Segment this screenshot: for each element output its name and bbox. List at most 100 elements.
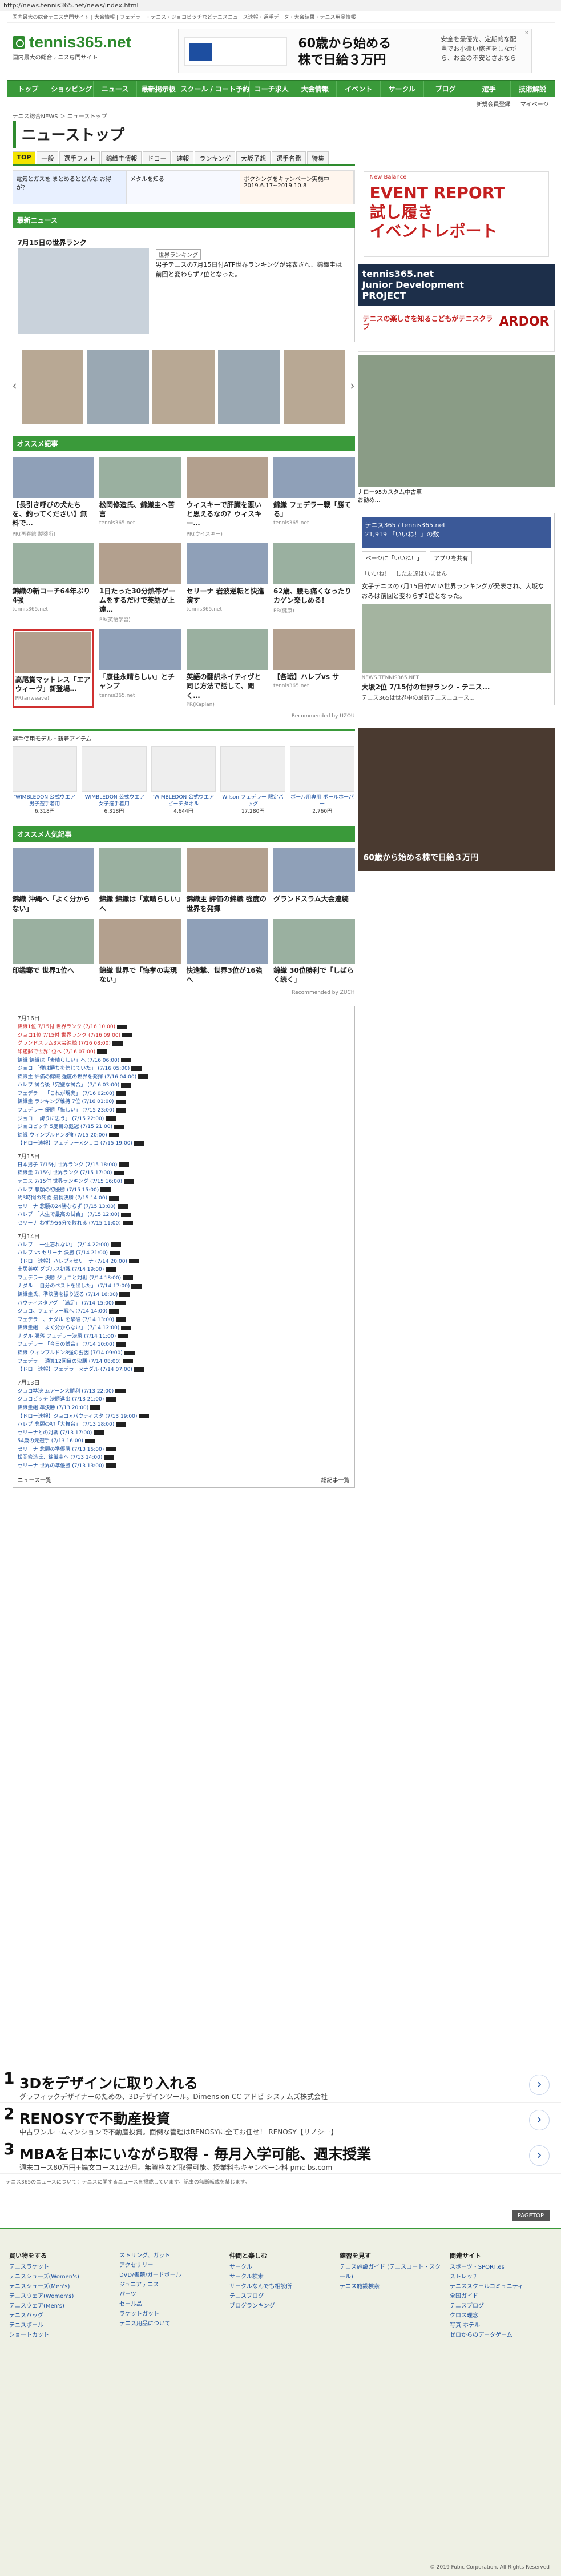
nav-event[interactable]: イベント [337, 81, 381, 97]
footer-link[interactable]: ジュニアテニス [119, 2280, 221, 2290]
chevron-right-icon[interactable]: › [529, 2110, 550, 2130]
news-link[interactable]: 松岡修造氏、錦織圭へ (7/13 14:00) [18, 1454, 350, 1462]
facebook-post-title[interactable]: 大坂2位 7/15付の世界ランク - テニス... [362, 682, 551, 692]
news-link[interactable]: ハレプ vs セリーナ 決勝 (7/14 21:00) [18, 1249, 350, 1258]
footer-link[interactable]: ゼロからのデータゲーム [450, 2330, 552, 2340]
footer-link[interactable]: パーツ [119, 2290, 221, 2300]
mypage-link[interactable]: マイページ [520, 102, 549, 108]
news-link[interactable]: 印鑑郵で世界1位へ (7/16 07:00) [18, 1048, 350, 1057]
news-link[interactable]: セリーナ 悲願の24勝ならず (7/15 13:00) [18, 1203, 350, 1211]
nav-coach[interactable]: コーチ求人 [250, 81, 294, 97]
gallery-photo[interactable] [217, 350, 280, 424]
tab-feature[interactable]: 特集 [307, 151, 329, 164]
bottom-ad[interactable]: 3 MBAを日本にいながら取得 - 毎月入学可能、週末授業 週末コース80万円+論文… [0, 2138, 561, 2174]
nav-school[interactable]: スクール / コート予約 [180, 81, 251, 97]
item-card[interactable]: Wilson フェデラー 限定バッグ 17,280円 [220, 745, 285, 816]
news-link[interactable]: ジョコ準決 ムアーン大勝利 (7/13 22:00) [18, 1387, 350, 1396]
news-link[interactable]: ジョコ 「誇りに思う」 (7/15 22:00) [18, 1115, 350, 1124]
facebook-header[interactable]: テニス365 / tennis365.net 21,919 「いいね！」の数 [361, 517, 551, 548]
footer-link[interactable]: テニスボール [9, 2321, 111, 2330]
news-link[interactable]: セリーナとの対戦 (7/13 17:00) [18, 1429, 350, 1438]
news-link[interactable]: 【ドロー速報】ジョコ×バウティスタ (7/13 19:00) [18, 1413, 350, 1421]
footer-link[interactable]: アクセサリー [119, 2261, 221, 2270]
popular-card[interactable]: 錦織 錦織は「素晴らしい」へ [99, 848, 181, 913]
nav-circle[interactable]: サークル [381, 81, 424, 97]
nav-players[interactable]: 選手 [467, 81, 511, 97]
nav-news[interactable]: ニュース [94, 81, 138, 97]
chevron-left-icon[interactable]: ‹ [13, 379, 17, 392]
nav-top[interactable]: トップ [7, 81, 50, 97]
news-link[interactable]: ナダル 「自分のベストを出した」 (7/14 17:00) [18, 1282, 350, 1291]
footer-link[interactable]: ストレッチ [450, 2272, 552, 2282]
tab-ranking[interactable]: ランキング [195, 151, 236, 164]
latest-title[interactable]: 7月15日の世界ランク [18, 238, 87, 247]
nav-tournament[interactable]: 大会情報 [293, 81, 337, 97]
ad-strip-item[interactable]: メタルを知る [126, 171, 241, 204]
news-link[interactable]: 日本男子 7/15付 世界ランク (7/15 18:00) [18, 1161, 350, 1170]
latest-news[interactable]: 7月15日の世界ランク 世界ランキング 男子テニスの7月15日付ATP世界ランキ… [12, 228, 355, 342]
news-link[interactable]: フェデラー、ナダル を撃破 (7/14 13:00) [18, 1316, 350, 1325]
popular-card[interactable]: グランドスラム大会連続 [273, 848, 355, 913]
article-card[interactable]: 【長引き呼びの犬たちを、釣ってください】無料で… PR(再春館 製薬所) [12, 457, 94, 537]
pagetop-button[interactable]: PAGETOP [511, 2210, 550, 2221]
news-link[interactable]: 錦織圭組 準決勝 (7/13 20:00) [18, 1404, 350, 1413]
news-link[interactable]: フェデラー 通算12回目の決勝 (7/14 08:00) [18, 1358, 350, 1366]
footer-link[interactable]: サークル検索 [229, 2272, 332, 2282]
gallery-photo[interactable] [87, 350, 150, 424]
footer-link[interactable]: テニススクールコミュニティ [450, 2282, 552, 2292]
latest-thumbnail[interactable] [17, 248, 149, 334]
footer-link[interactable]: テニス用品について [119, 2319, 221, 2329]
news-link[interactable]: ハレプ 悲願の初優勝 (7/15 15:00) [18, 1186, 350, 1195]
facebook-like-button[interactable]: ページに「いいね！」 [361, 551, 427, 564]
tab-draw[interactable]: ドロー [143, 151, 171, 164]
footer-link[interactable]: テニスブログ [229, 2292, 332, 2301]
footer-link[interactable]: サークル [229, 2262, 332, 2272]
news-link[interactable]: セリーナ 悲願の準優勝 (7/13 15:00) [18, 1446, 350, 1454]
site-logo[interactable]: tennis365.net 国内最大の総合テニス専門サイト [12, 33, 131, 61]
side-ad-2[interactable]: 60歳から始める株で日給３万円 [357, 728, 555, 871]
news-link[interactable]: ジョコビッチ 5度目の戴冠 (7/15 21:00) [18, 1123, 350, 1131]
news-link[interactable]: 錦織圭 7/15付 世界ランク (7/15 17:00) [18, 1169, 350, 1178]
ad-strip-item[interactable]: 電気とガスを まとめるとどんな お得が？ [13, 171, 127, 204]
article-card[interactable]: 錦織の新コーチ64年ぶり4強 tennis365.net [12, 543, 94, 624]
article-card[interactable]: セリーナ 岩波逆転と快進演す tennis365.net [186, 543, 268, 624]
news-link[interactable]: 錦織 ウィンブルドン8強の要因 (7/14 09:00) [18, 1349, 350, 1358]
news-link[interactable]: 錦織1位 7/15付 世界ランク (7/16 10:00) [18, 1023, 350, 1032]
article-card[interactable]: 62歳、腰も痛くなったりカゲン楽しめる！ PR(健康) [273, 543, 355, 624]
news-link[interactable]: 錦織 錦織は「素晴らしい」へ (7/16 06:00) [18, 1057, 350, 1065]
gallery-photo[interactable] [283, 350, 346, 424]
ad-title[interactable]: 3Dをデザインに取り入れる [19, 2072, 198, 2093]
footer-link[interactable]: テニスブログ [450, 2301, 552, 2311]
footer-link[interactable]: テニス施設検索 [340, 2282, 442, 2292]
footer-link[interactable]: ショートカット [9, 2330, 111, 2340]
tab-live[interactable]: 速報 [172, 151, 194, 164]
article-card[interactable]: 「康佳永晴らしい」とチャンプ tennis365.net [99, 629, 181, 708]
news-link[interactable]: 錦織 ウィンブルドン8強 (7/15 20:00) [18, 1131, 350, 1140]
footer-link[interactable]: DVD/書籍/ガードボール [119, 2270, 221, 2280]
news-link[interactable]: 土居美咲 ダブルス初戦 (7/14 19:00) [18, 1266, 350, 1274]
item-card[interactable]: 'WIMBLEDON 公式ウエア 男子選手着用 6,318円 [12, 745, 78, 816]
bottom-ad[interactable]: 1 3Dをデザインに取り入れる グラフィックデザイナーのための、3Dデザインツール。… [0, 2068, 561, 2103]
footer-link[interactable]: テニス施設ガイド (テニスコート・スクール) [340, 2262, 442, 2282]
tab-players[interactable]: 選手名鑑 [272, 151, 306, 164]
header-ad[interactable]: 60歳から始める 株で日給３万円 安全を最優先、定期的な配当でお小遣い稼ぎをしな… [177, 29, 532, 73]
news-link[interactable]: フェデラー 「これが現実」 (7/16 02:00) [18, 1090, 350, 1098]
register-link[interactable]: 新規会員登録 [477, 102, 511, 108]
side-photo-caption[interactable]: ナロー95カスタム中古車 お勧め… [358, 489, 555, 505]
news-link[interactable]: 錦織主 評価の錦織 強度の世界を発揮 (7/16 04:00) [18, 1073, 350, 1082]
item-card[interactable]: 'WIMBLEDON 公式ウエア 女子選手着用 6,318円 [82, 745, 147, 816]
footer-link[interactable]: テニスバッグ [9, 2311, 111, 2321]
gallery-photo[interactable] [152, 350, 215, 424]
ad-close-icon[interactable]: × [524, 30, 529, 36]
news-link[interactable]: ジョコ1位 7/15付 世界ランク (7/16 09:00) [18, 1032, 350, 1040]
news-link[interactable]: 【ドロー速報】ハレプ×セリーナ (7/14 20:00) [18, 1258, 350, 1266]
news-link[interactable]: バウティスタアグ 「満足」 (7/14 15:00) [18, 1299, 350, 1308]
article-card[interactable]: 【各戦】ハレプvs サ tennis365.net [273, 629, 355, 708]
article-card-highlight[interactable]: 高尾賞マットレス「エアウィーヴ」新登場… PR(airweave) [12, 629, 94, 708]
tab-nishikori[interactable]: 錦織圭情報 [101, 151, 142, 164]
popular-card[interactable]: 快進撃、世界3位が16強へ [186, 918, 268, 984]
news-link[interactable]: ハレプ 悲願の初「大舞台」 (7/13 18:00) [18, 1421, 350, 1429]
nav-board[interactable]: 最新掲示板 [137, 81, 181, 97]
ad-title[interactable]: RENOSYで不動産投資 [19, 2108, 171, 2128]
footer-link[interactable]: テニスウェア(Women's) [9, 2292, 111, 2301]
